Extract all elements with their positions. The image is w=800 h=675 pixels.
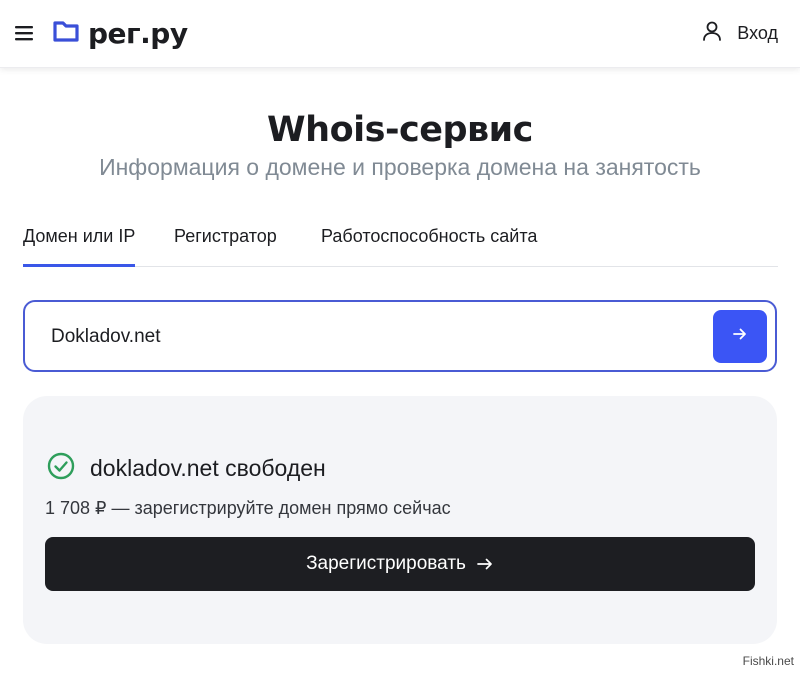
result-card: dokladov.net свободен 1 708 ₽ — зарегист… <box>23 396 777 644</box>
search-box <box>23 300 777 372</box>
logo-text: рег.ру <box>88 16 188 50</box>
tab-domain-or-ip[interactable]: Домен или IP <box>23 226 136 267</box>
tab-registrar[interactable]: Регистратор <box>174 226 277 267</box>
page-subtitle: Информация о домене и проверка домена на… <box>99 154 701 180</box>
login-label: Вход <box>737 23 778 43</box>
top-navbar: рег.ру Вход <box>0 0 800 68</box>
result-status-text: dokladov.net свободен <box>90 455 326 481</box>
register-label: Зарегистрировать <box>306 553 466 574</box>
arrow-right-icon <box>731 325 749 348</box>
watermark: Fishki.net <box>742 654 794 668</box>
result-status: dokladov.net свободен <box>47 452 326 485</box>
result-price-text: 1 708 ₽ — зарегистрируйте домен прямо се… <box>45 498 451 518</box>
logo[interactable]: рег.ру <box>52 16 188 50</box>
register-button[interactable]: Зарегистрировать <box>45 537 755 591</box>
arrow-right-icon <box>476 555 494 573</box>
tab-site-availability[interactable]: Работоспособность сайта <box>321 226 537 267</box>
tab-bar: Домен или IP Регистратор Работоспособнос… <box>23 226 778 267</box>
hamburger-icon[interactable] <box>14 23 36 43</box>
user-icon <box>701 20 723 47</box>
domain-search-input[interactable] <box>49 320 693 354</box>
login-button[interactable]: Вход <box>701 20 778 47</box>
page-title: Whois-сервис <box>267 110 533 150</box>
check-circle-icon <box>47 452 75 485</box>
folder-icon <box>52 18 80 49</box>
search-submit-button[interactable] <box>713 310 767 363</box>
